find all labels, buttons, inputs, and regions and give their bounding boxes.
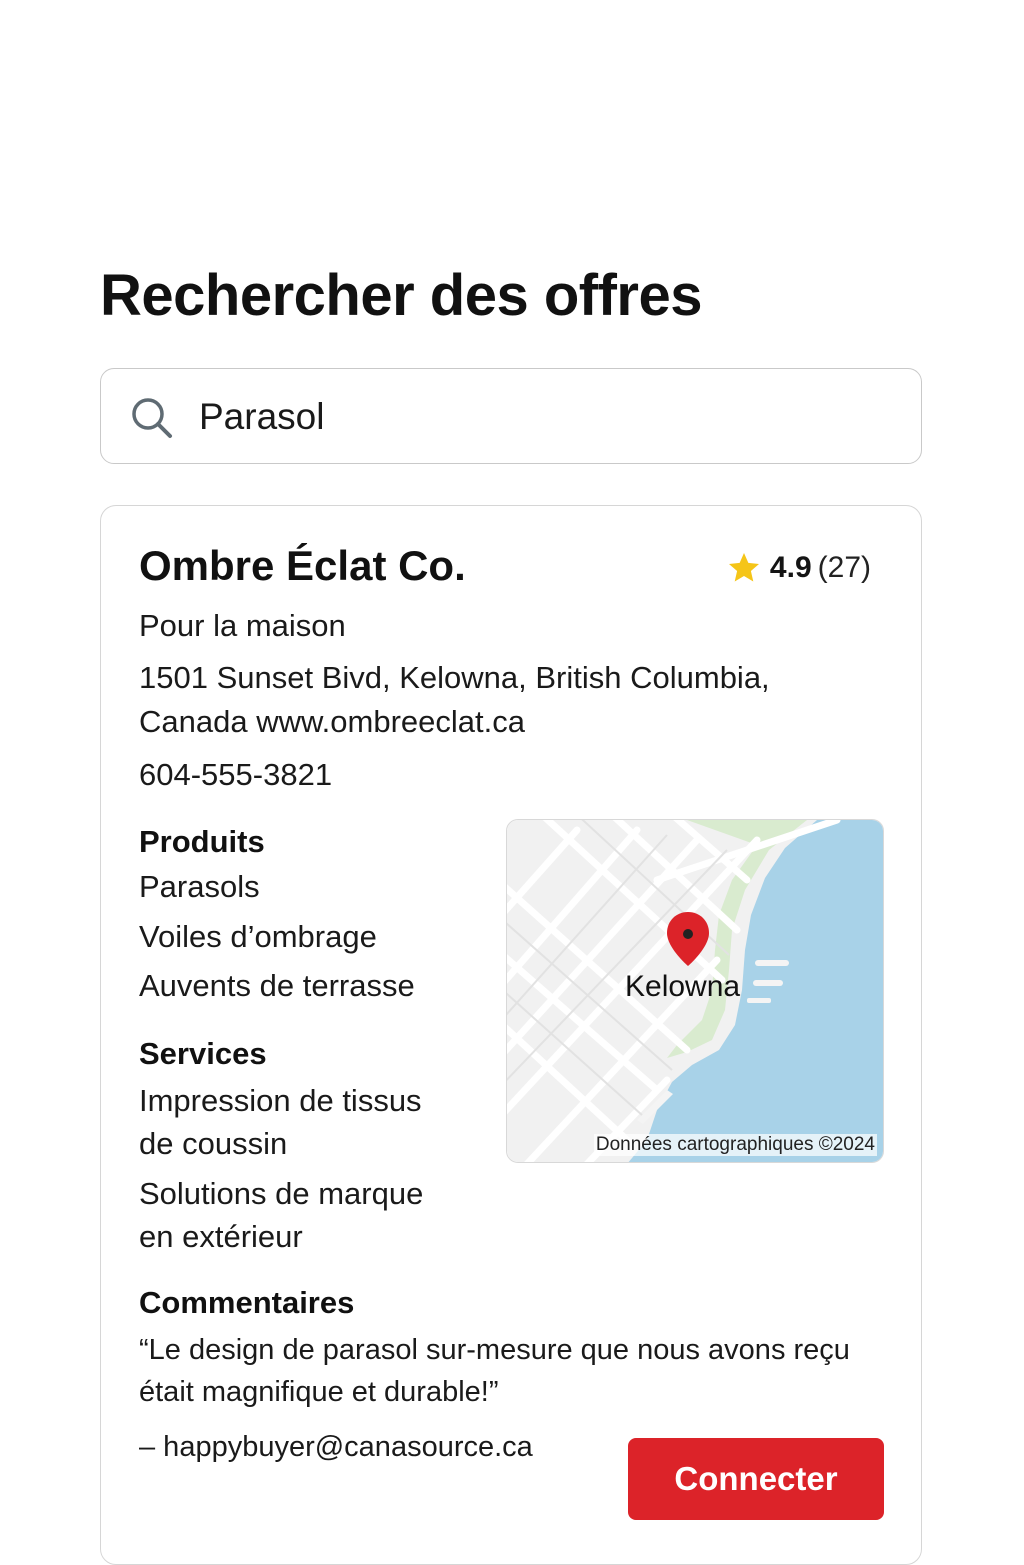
service-item-line: de coussin [139, 1126, 288, 1161]
page-title: Rechercher des offres [100, 263, 702, 328]
address-line-1: 1501 Sunset Bivd, Kelowna, British Colum… [139, 660, 770, 695]
product-item: Parasols [139, 869, 260, 904]
business-category: Pour la maison [139, 608, 346, 643]
search-box[interactable] [100, 368, 922, 464]
rating-count: (27) [817, 551, 871, 584]
review-quote: “Le design de parasol sur-mesure que nou… [139, 1334, 850, 1408]
map-credit: Données cartographiques ©2024 [593, 1134, 877, 1156]
product-item: Voiles d’ombrage [139, 919, 377, 954]
address-line-2: Canada www.ombreeclat.ca [139, 704, 525, 739]
service-item-line: Impression de tissus [139, 1083, 422, 1118]
rating: 4.9 (27) [726, 550, 871, 586]
search-input[interactable] [199, 389, 889, 445]
star-icon [728, 553, 759, 582]
service-item-line: Solutions de marque [139, 1176, 424, 1211]
review-author: – happybuyer@canasource.ca [139, 1431, 533, 1463]
services-heading: Services [139, 1036, 267, 1071]
listing-card: Ombre Éclat Co. 4.9 (27) Pour la maison … [100, 505, 922, 1565]
search-icon [132, 398, 172, 438]
product-item: Auvents de terrasse [139, 968, 415, 1003]
phone-number: 604-555-3821 [139, 757, 333, 792]
map-city-label: Kelowna [625, 970, 741, 1003]
connect-button[interactable]: Connecter [628, 1438, 884, 1520]
service-item: Solutions de marque en extérieur [139, 1172, 423, 1258]
location-map[interactable]: Kelowna Données cartographiques ©2024 [506, 819, 884, 1163]
service-item-line: en extérieur [139, 1219, 303, 1254]
products-heading: Produits [139, 824, 265, 859]
business-name[interactable]: Ombre Éclat Co. [139, 542, 466, 590]
reviews-heading: Commentaires [139, 1285, 355, 1320]
service-item: Impression de tissus de coussin [139, 1079, 422, 1165]
rating-value: 4.9 [769, 551, 812, 584]
